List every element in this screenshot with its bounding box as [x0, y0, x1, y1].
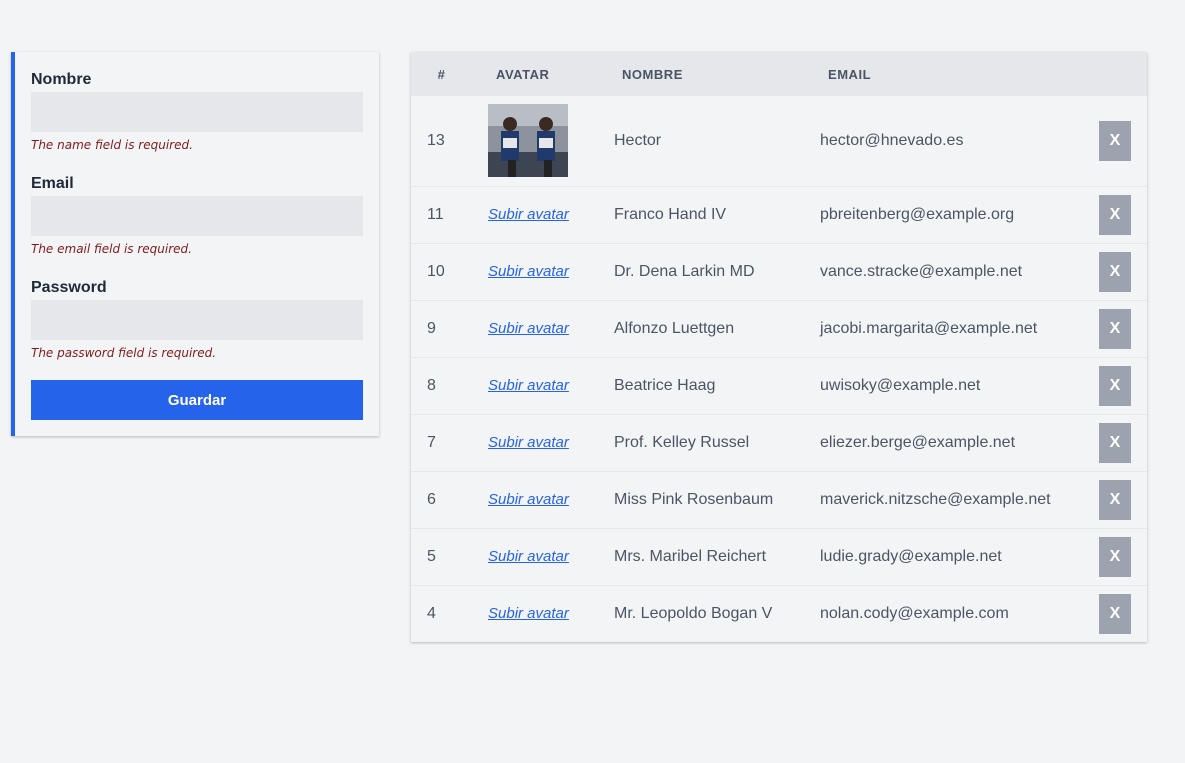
row-id: 8: [427, 376, 436, 394]
avatar-image: [488, 104, 568, 178]
row-email: ludie.grady@example.net: [820, 547, 1002, 565]
delete-button[interactable]: X: [1099, 479, 1131, 520]
row-avatar-cell: [472, 96, 614, 186]
row-email: nolan.cody@example.com: [820, 604, 1009, 622]
header-name: NOMBRE: [622, 66, 683, 82]
row-name: Beatrice Haag: [614, 376, 716, 394]
row-email: jacobi.margarita@example.net: [820, 319, 1038, 337]
row-id: 11: [427, 205, 444, 223]
delete-button[interactable]: X: [1099, 120, 1131, 161]
avatar-photo-icon: [488, 104, 568, 178]
table-row: 8 Subir avatar Beatrice Haag uwisoky@exampl…: [411, 357, 1147, 414]
table-row: 9 Subir avatar Alfonzo Luettgen jacobi.marg…: [411, 300, 1147, 357]
delete-button[interactable]: X: [1099, 365, 1131, 406]
row-id: 4: [427, 604, 436, 622]
row-email: pbreitenberg@example.org: [820, 205, 1015, 223]
row-actions: X: [1082, 471, 1147, 528]
row-actions: X: [1082, 585, 1147, 642]
row-avatar-cell: Subir avatar: [472, 357, 614, 414]
row-avatar-cell: Subir avatar: [472, 528, 614, 585]
name-input[interactable]: [31, 92, 363, 132]
row-actions: X: [1082, 414, 1147, 471]
row-email: eliezer.berge@example.net: [820, 433, 1016, 451]
row-name: Mrs. Maribel Reichert: [614, 547, 767, 565]
row-actions: X: [1082, 186, 1147, 243]
header-id: #: [437, 66, 446, 82]
table-row: 6 Subir avatar Miss Pink Rosenbaum maverick…: [411, 471, 1147, 528]
password-input[interactable]: [31, 300, 363, 340]
upload-avatar-link[interactable]: Subir avatar: [488, 377, 569, 394]
header-email: EMAIL: [828, 66, 872, 82]
delete-button[interactable]: X: [1099, 308, 1131, 349]
delete-button[interactable]: X: [1099, 251, 1131, 292]
save-button[interactable]: Guardar: [31, 380, 363, 420]
row-actions: X: [1082, 528, 1147, 585]
table-header-row: # AVATAR NOMBRE EMAIL: [411, 52, 1147, 96]
row-id: 6: [427, 490, 436, 508]
row-email: vance.stracke@example.net: [820, 262, 1023, 280]
delete-button[interactable]: X: [1099, 593, 1131, 634]
upload-avatar-link[interactable]: Subir avatar: [488, 434, 569, 451]
table-row: 4 Subir avatar Mr. Leopoldo Bogan V nolan.c…: [411, 585, 1147, 642]
row-avatar-cell: Subir avatar: [472, 243, 614, 300]
row-id: 9: [427, 319, 436, 337]
row-avatar-cell: Subir avatar: [472, 300, 614, 357]
row-name: Hector: [614, 131, 662, 149]
password-label: Password: [31, 279, 107, 296]
row-actions: X: [1082, 357, 1147, 414]
row-actions: X: [1082, 243, 1147, 300]
row-id: 7: [427, 433, 436, 451]
row-avatar-cell: Subir avatar: [472, 585, 614, 642]
row-email: hector@hnevado.es: [820, 131, 964, 149]
delete-button[interactable]: X: [1099, 422, 1131, 463]
upload-avatar-link[interactable]: Subir avatar: [488, 548, 569, 565]
table-row: 7 Subir avatar Prof. Kelley Russel eliezer.…: [411, 414, 1147, 471]
header-avatar: AVATAR: [496, 66, 550, 82]
row-email: uwisoky@example.net: [820, 376, 981, 394]
user-form: Nombre The name field is required. Email…: [11, 52, 379, 436]
upload-avatar-link[interactable]: Subir avatar: [488, 491, 569, 508]
upload-avatar-link[interactable]: Subir avatar: [488, 263, 569, 280]
table-row: 13 Hector hector@hnevado.es X: [411, 96, 1147, 186]
row-name: Prof. Kelley Russel: [614, 433, 750, 451]
password-error: The password field is required.: [31, 346, 217, 360]
email-label: Email: [31, 175, 74, 192]
table-row: 11 Subir avatar Franco Hand IV pbreitenberg…: [411, 186, 1147, 243]
name-label: Nombre: [31, 71, 92, 88]
table-row: 5 Subir avatar Mrs. Maribel Reichert ludie.…: [411, 528, 1147, 585]
email-input[interactable]: [31, 196, 363, 236]
row-avatar-cell: Subir avatar: [472, 471, 614, 528]
row-name: Miss Pink Rosenbaum: [614, 490, 774, 508]
users-table: # AVATAR NOMBRE EMAIL 13 Hector hector@hne…: [411, 52, 1147, 642]
row-name: Mr. Leopoldo Bogan V: [614, 604, 773, 622]
row-name: Franco Hand IV: [614, 205, 727, 223]
delete-button[interactable]: X: [1099, 536, 1131, 577]
upload-avatar-link[interactable]: Subir avatar: [488, 206, 569, 223]
row-name: Alfonzo Luettgen: [614, 319, 735, 337]
header-actions: [1082, 52, 1147, 96]
upload-avatar-link[interactable]: Subir avatar: [488, 605, 569, 622]
row-avatar-cell: Subir avatar: [472, 414, 614, 471]
email-error: The email field is required.: [31, 242, 192, 256]
table-row: 10 Subir avatar Dr. Dena Larkin MD vance.st…: [411, 243, 1147, 300]
table-body: 13 Hector hector@hnevado.es X 11 Subir avatar…: [411, 96, 1147, 642]
row-id: 13: [427, 131, 445, 149]
row-email: maverick.nitzsche@example.net: [820, 490, 1051, 508]
row-actions: X: [1082, 300, 1147, 357]
upload-avatar-link[interactable]: Subir avatar: [488, 320, 569, 337]
row-id: 10: [427, 262, 445, 280]
row-id: 5: [427, 547, 436, 565]
name-error: The name field is required.: [31, 138, 193, 152]
delete-button[interactable]: X: [1099, 194, 1131, 235]
row-avatar-cell: Subir avatar: [472, 186, 614, 243]
row-name: Dr. Dena Larkin MD: [614, 262, 755, 280]
row-actions: X: [1082, 96, 1147, 186]
